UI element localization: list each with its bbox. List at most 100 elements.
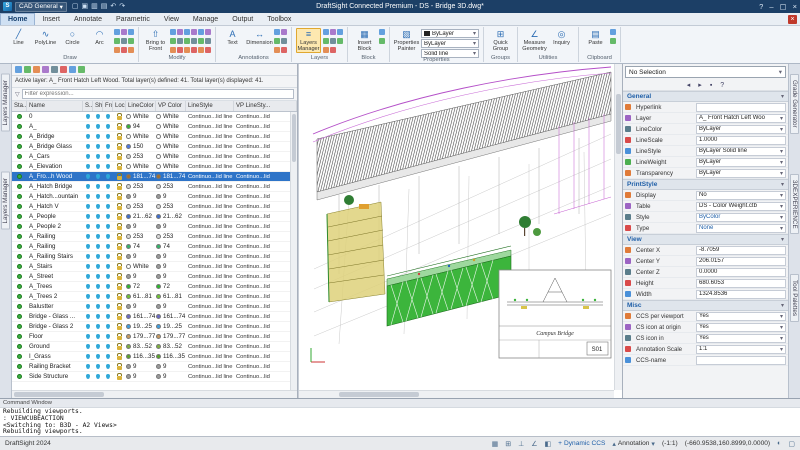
- viewport-freeze-icon[interactable]: [106, 214, 110, 219]
- show-icon[interactable]: [86, 164, 90, 169]
- ribbon-property-dropdown-1[interactable]: ByLayer▾: [421, 39, 479, 48]
- frozen-icon[interactable]: [96, 344, 100, 349]
- layer-line-color[interactable]: White: [126, 112, 156, 121]
- layer-vp-color[interactable]: 9: [156, 192, 186, 201]
- frozen-icon[interactable]: [96, 224, 100, 229]
- viewport-freeze-icon[interactable]: [106, 194, 110, 199]
- save-icon[interactable]: ▥: [91, 2, 98, 11]
- frozen-icon[interactable]: [96, 184, 100, 189]
- text-button[interactable]: AText: [220, 28, 245, 47]
- layer-line-color[interactable]: White: [126, 162, 156, 171]
- tool-icon[interactable]: [184, 29, 190, 35]
- layer-vp-color[interactable]: White: [156, 162, 186, 171]
- back-icon[interactable]: ◂: [687, 81, 691, 89]
- layers-toolbar-icon[interactable]: [24, 66, 31, 73]
- tool-icon[interactable]: [281, 38, 287, 44]
- show-icon[interactable]: [86, 324, 90, 329]
- linestyle-value[interactable]: ByLayer Solid line▾: [696, 147, 786, 156]
- cs-icon-at-origin-value[interactable]: Yes▾: [696, 323, 786, 332]
- column-header-sta[interactable]: Sta...: [12, 101, 27, 111]
- ribbon-property-dropdown-0[interactable]: ByLayer▾: [421, 29, 479, 38]
- layer-row-a-railing-stairs[interactable]: A_Railing Stairs99Continuo...lid lineCon…: [12, 252, 297, 262]
- maximize-button[interactable]: ▢: [780, 2, 787, 11]
- layers-vertical-scrollbar[interactable]: [290, 112, 297, 390]
- column-header-vp-color[interactable]: VP Color: [156, 101, 186, 111]
- viewport-freeze-icon[interactable]: [106, 234, 110, 239]
- model-viewport[interactable]: Campus Bridge S01: [299, 64, 614, 379]
- right-tab-3dexperience[interactable]: 3DEXPERIENCE: [790, 174, 799, 235]
- tool-icon[interactable]: [274, 29, 280, 35]
- workspace-selector[interactable]: CAD General ▾: [15, 2, 67, 12]
- viewport-freeze-icon[interactable]: [106, 294, 110, 299]
- viewport-freeze-icon[interactable]: [106, 134, 110, 139]
- layer-row-balustter[interactable]: Balustter99Continuo...lid lineContinuo..…: [12, 302, 297, 312]
- show-icon[interactable]: [86, 354, 90, 359]
- lock-icon[interactable]: [117, 206, 122, 210]
- right-tab-tool-palettes[interactable]: Tool Palettes: [790, 274, 799, 322]
- layer-line-color[interactable]: 253: [126, 152, 156, 161]
- frozen-icon[interactable]: [96, 374, 100, 379]
- layer-line-color[interactable]: 61...81: [126, 292, 156, 301]
- lock-icon[interactable]: [117, 346, 122, 350]
- frozen-icon[interactable]: [96, 354, 100, 359]
- layer-vp-color[interactable]: 253: [156, 202, 186, 211]
- tool-icon[interactable]: [330, 29, 336, 35]
- frozen-icon[interactable]: [96, 154, 100, 159]
- tool-icon[interactable]: [323, 47, 329, 53]
- minimize-button[interactable]: –: [769, 2, 773, 11]
- tool-icon[interactable]: [184, 38, 190, 44]
- layer-line-color[interactable]: 9: [126, 222, 156, 231]
- layer-vp-color[interactable]: 74: [156, 242, 186, 251]
- lock-icon[interactable]: [117, 146, 122, 150]
- print-icon[interactable]: ▤: [101, 2, 108, 11]
- tool-icon[interactable]: [610, 38, 616, 44]
- frozen-icon[interactable]: [96, 214, 100, 219]
- column-header-s[interactable]: S...: [83, 101, 93, 111]
- layer-row-bridge-glass-2[interactable]: Bridge - Glass 219...2519...25Continuo..…: [12, 322, 297, 332]
- lock-icon[interactable]: [117, 176, 122, 180]
- left-tab-layers-manager-0[interactable]: Layers Manager: [1, 74, 10, 132]
- show-icon[interactable]: [86, 364, 90, 369]
- tab-home[interactable]: Home: [0, 13, 35, 25]
- layer-vp-color[interactable]: 9: [156, 372, 186, 381]
- layer-row-a-hatch-ountain[interactable]: A_Hatch...ountain99Continuo...lid lineCo…: [12, 192, 297, 202]
- section-header-misc[interactable]: Misc▾: [623, 300, 788, 311]
- tool-icon[interactable]: [337, 29, 343, 35]
- layer-row-a-bridge-glass[interactable]: A_Bridge Glass150WhiteContinuo...lid lin…: [12, 142, 297, 152]
- redo-icon[interactable]: ↷: [119, 2, 125, 11]
- lock-icon[interactable]: [117, 306, 122, 310]
- frozen-icon[interactable]: [96, 234, 100, 239]
- frozen-icon[interactable]: [96, 304, 100, 309]
- tool-icon[interactable]: [198, 47, 204, 53]
- viewport-freeze-icon[interactable]: [106, 314, 110, 319]
- layer-line-color[interactable]: 9: [126, 252, 156, 261]
- layers-toolbar-icon[interactable]: [69, 66, 76, 73]
- pin-icon[interactable]: ▪: [710, 82, 712, 89]
- lock-icon[interactable]: [117, 266, 122, 270]
- width-value[interactable]: 1324.8536: [696, 290, 786, 299]
- center-z-value[interactable]: 0.0000: [696, 268, 786, 277]
- linecolor-value[interactable]: ByLayer▾: [696, 125, 786, 134]
- tool-icon[interactable]: [330, 47, 336, 53]
- tool-icon[interactable]: [191, 38, 197, 44]
- layers-toolbar-icon[interactable]: [15, 66, 22, 73]
- tool-icon[interactable]: [274, 47, 280, 53]
- tool-icon[interactable]: [170, 29, 176, 35]
- show-icon[interactable]: [86, 274, 90, 279]
- bring-front-button[interactable]: ⇧Bring to Front: [143, 28, 168, 53]
- viewport-freeze-icon[interactable]: [106, 374, 110, 379]
- lock-icon[interactable]: [117, 136, 122, 140]
- frozen-icon[interactable]: [96, 274, 100, 279]
- viewport-freeze-icon[interactable]: [106, 254, 110, 259]
- layer-line-color[interactable]: 74: [126, 242, 156, 251]
- tool-icon[interactable]: [177, 29, 183, 35]
- show-icon[interactable]: [86, 144, 90, 149]
- show-icon[interactable]: [86, 174, 90, 179]
- show-icon[interactable]: [86, 124, 90, 129]
- layer-vp-color[interactable]: White: [156, 122, 186, 131]
- tool-icon[interactable]: [121, 47, 127, 53]
- help-icon[interactable]: ?: [720, 82, 724, 89]
- column-header-vp-linesty[interactable]: VP LineSty...: [234, 101, 297, 111]
- tool-icon[interactable]: [121, 38, 127, 44]
- drawing-vertical-scrollbar[interactable]: [614, 64, 622, 390]
